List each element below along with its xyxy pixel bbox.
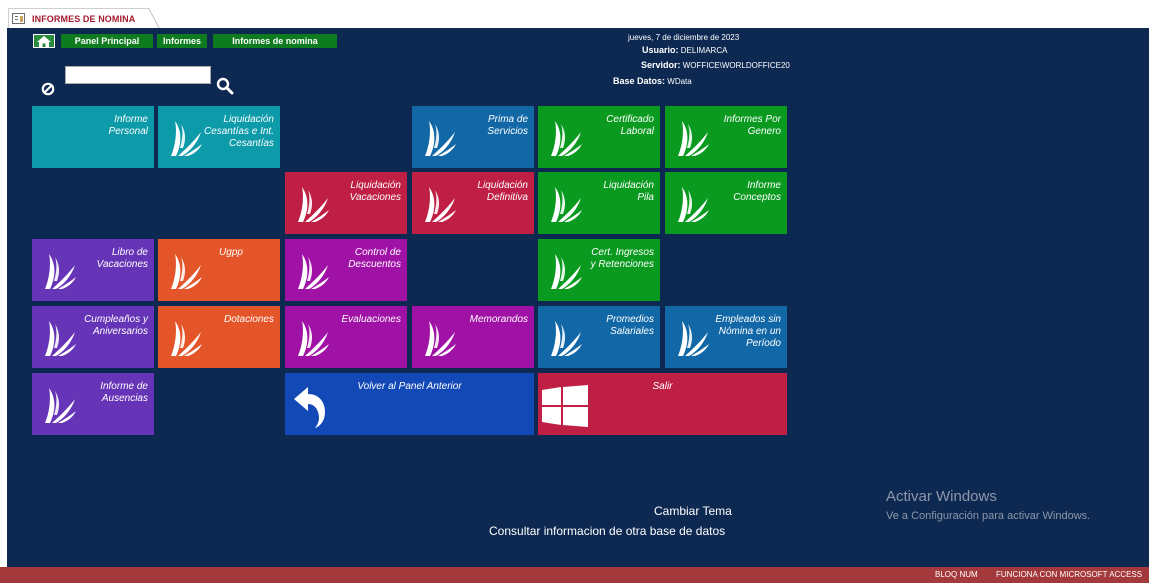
current-date: jueves, 7 de diciembre de 2023 xyxy=(628,33,740,42)
tile-informe-personal[interactable]: Informe Personal xyxy=(32,106,154,168)
tile-label: Promedios Salariales xyxy=(606,314,654,337)
tile-salir[interactable]: Salir xyxy=(538,373,787,435)
tile-evaluaciones[interactable]: Evaluaciones xyxy=(285,306,407,368)
tile-label: Informes Por Genero xyxy=(723,114,781,137)
tile-label: Informe Personal xyxy=(108,114,148,137)
tile-liquidacion-vacaciones[interactable]: Liquidación Vacaciones xyxy=(285,172,407,234)
tile-label: Salir xyxy=(652,381,673,392)
nav-panel-principal[interactable]: Panel Principal xyxy=(61,34,153,48)
tile-label: Informe de Ausencias xyxy=(100,381,148,404)
servidor-value: WOFFICE\WORLDOFFICE20 xyxy=(682,61,790,70)
activate-windows-title: Activar Windows xyxy=(886,488,997,505)
tile-label: Volver al Panel Anterior xyxy=(357,381,462,392)
tile-cert-ingresos-retenciones[interactable]: Cert. Ingresos y Retenciones xyxy=(538,239,660,301)
tile-volver-panel-anterior[interactable]: Volver al Panel Anterior xyxy=(285,373,534,435)
access-powered-label: FUNCIONA CON MICROSOFT ACCESS xyxy=(996,570,1143,579)
tile-control-descuentos[interactable]: Control de Descuentos xyxy=(285,239,407,301)
nomina-reports-form: Panel Principal Informes Informes de nom… xyxy=(7,28,1149,567)
tile-label: Liquidación Definitiva xyxy=(477,180,528,203)
tile-liquidacion-pila[interactable]: Liquidación Pila xyxy=(538,172,660,234)
nav-informes-de-nomina[interactable]: Informes de nomina xyxy=(213,34,337,48)
tile-label: Prima de Servicios xyxy=(487,114,528,137)
tile-cumpleanos-aniversarios[interactable]: Cumpleaños y Aniversarios xyxy=(32,306,154,368)
tile-informe-conceptos[interactable]: Informe Conceptos xyxy=(665,172,787,234)
tile-label: Liquidación Vacaciones xyxy=(349,180,401,203)
document-tab-strip: INFORMES DE NOMINA xyxy=(0,0,1149,28)
status-bar: BLOQ NUM FUNCIONA CON MICROSOFT ACCESS xyxy=(0,567,1149,583)
tile-empleados-sin-nomina[interactable]: Empleados sin Nómina en un Período xyxy=(665,306,787,368)
tile-ugpp[interactable]: Ugpp xyxy=(158,239,280,301)
usuario-label: Usuario: xyxy=(642,45,679,55)
nav-informes[interactable]: Informes xyxy=(157,34,207,48)
tile-label: Informe Conceptos xyxy=(733,180,781,203)
document-tab-title: INFORMES DE NOMINA xyxy=(32,13,136,24)
server-info: Servidor: WOFFICE\WORLDOFFICE20 xyxy=(641,60,790,70)
tile-liquidacion-definitiva[interactable]: Liquidación Definitiva xyxy=(412,172,534,234)
tile-libro-vacaciones[interactable]: Libro de Vacaciones xyxy=(32,239,154,301)
document-tab[interactable]: INFORMES DE NOMINA xyxy=(8,8,158,28)
tile-promedios-salariales[interactable]: Promedios Salariales xyxy=(538,306,660,368)
form-icon xyxy=(12,13,25,24)
tile-certificado-laboral[interactable]: Certificado Laboral xyxy=(538,106,660,168)
tile-dotaciones[interactable]: Dotaciones xyxy=(158,306,280,368)
tile-label: Cumpleaños y Aniversarios xyxy=(84,314,148,337)
user-info: Usuario: DELIMARCA xyxy=(642,45,727,55)
bloq-num-indicator: BLOQ NUM xyxy=(935,570,978,579)
consultar-otra-base-link[interactable]: Consultar informacion de otra base de da… xyxy=(489,524,725,538)
access-window: INFORMES DE NOMINA Panel Principal Infor… xyxy=(0,0,1149,583)
tile-informes-por-genero[interactable]: Informes Por Genero xyxy=(665,106,787,168)
activate-windows-subtitle: Ve a Configuración para activar Windows. xyxy=(886,510,1091,522)
tile-memorandos[interactable]: Memorandos xyxy=(412,306,534,368)
base-datos-label: Base Datos: xyxy=(613,76,666,86)
usuario-value: DELIMARCA xyxy=(680,46,728,55)
search-input[interactable] xyxy=(65,66,211,84)
home-icon xyxy=(37,35,51,47)
home-button[interactable] xyxy=(33,34,55,48)
tile-label: Dotaciones xyxy=(223,314,274,325)
tile-label: Memorandos xyxy=(469,314,528,325)
database-info: Base Datos: WData xyxy=(613,76,692,86)
tile-label: Control de Descuentos xyxy=(348,247,401,270)
tile-label: Liquidación Cesantías e Int. Cesantías xyxy=(203,114,274,149)
tile-label: Ugpp xyxy=(219,247,243,258)
servidor-label: Servidor: xyxy=(641,60,681,70)
tile-label: Certificado Laboral xyxy=(606,114,654,137)
tile-label: Libro de Vacaciones xyxy=(96,247,148,270)
tile-label: Empleados sin Nómina en un Período xyxy=(715,314,781,349)
tile-liquidacion-cesantias[interactable]: Liquidación Cesantías e Int. Cesantías xyxy=(158,106,280,168)
clear-icon[interactable] xyxy=(41,82,55,96)
tile-informe-ausencias[interactable]: Informe de Ausencias xyxy=(32,373,154,435)
search-icon[interactable] xyxy=(216,77,234,95)
tile-label: Cert. Ingresos y Retenciones xyxy=(590,247,654,270)
cambiar-tema-link[interactable]: Cambiar Tema xyxy=(654,504,732,518)
base-datos-value: WData xyxy=(667,77,692,86)
tile-prima-servicios[interactable]: Prima de Servicios xyxy=(412,106,534,168)
tile-label: Liquidación Pila xyxy=(603,180,654,203)
tile-label: Evaluaciones xyxy=(341,314,401,325)
